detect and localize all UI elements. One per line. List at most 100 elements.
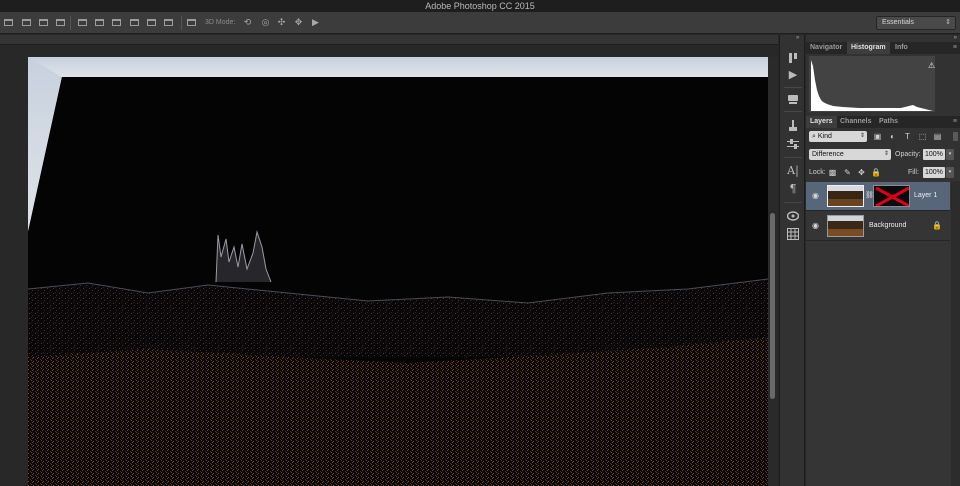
tab-histogram[interactable]: Histogram [847, 42, 890, 54]
swatches-grid-glyph [787, 228, 799, 240]
layer-mask-thumbnail[interactable] [873, 185, 910, 207]
lock-all-icon[interactable]: 🔒 [871, 168, 881, 177]
panel-menu-icon[interactable]: ≡ [953, 116, 957, 128]
layer-name[interactable]: Layer 1 [914, 191, 937, 201]
align-right-edges-icon[interactable] [38, 17, 49, 28]
align-vertical-centers-icon[interactable] [77, 17, 88, 28]
histogram-panel-tabs: Navigator Histogram Info ≡ [806, 42, 960, 54]
layer-name[interactable]: Background [869, 221, 906, 231]
lock-position-icon[interactable]: ✥ [857, 168, 866, 177]
filter-shape-icon[interactable]: ⬚ [918, 132, 927, 141]
eye-icon[interactable]: ◉ [812, 222, 820, 230]
filter-toggle[interactable] [953, 132, 958, 141]
paragraph-icon[interactable]: ¶ [787, 183, 799, 195]
tab-navigator[interactable]: Navigator [806, 42, 846, 54]
adjustments-icon[interactable] [787, 138, 799, 150]
distribute-widths-icon[interactable] [163, 17, 174, 28]
lock-label: Lock: [809, 169, 826, 176]
cache-warning-icon[interactable]: ⚠ [928, 61, 935, 70]
layer-row-background[interactable]: ◉ Background 🔒 [806, 212, 950, 241]
strip-divider [784, 111, 802, 112]
chevron-updown-icon: ⇕ [859, 133, 865, 139]
blend-mode-select[interactable]: Difference ⇕ [809, 149, 891, 160]
layer-list-scrollbar[interactable] [951, 181, 960, 486]
lock-row: Lock: ▩ ✎ ✥ 🔒 Fill: 100% ▾ [806, 167, 960, 178]
layer-thumbnail-image [828, 186, 863, 206]
pan-3d-icon[interactable]: ✣ [276, 17, 287, 28]
brush-presets-glyph [789, 120, 797, 131]
collapse-strip-icon[interactable]: » [796, 35, 799, 41]
swatches-grid-icon[interactable] [787, 228, 799, 240]
brush-presets-icon[interactable] [787, 120, 799, 132]
slide-3d-icon[interactable]: ✥ [293, 17, 304, 28]
filter-kind-select[interactable]: ⌕ Kind ⇕ [809, 131, 867, 142]
scrollbar-thumb[interactable] [770, 213, 775, 399]
adjustments-glyph [787, 139, 799, 149]
strip-divider [784, 157, 802, 158]
mask-cross-glyph [875, 186, 909, 206]
tab-channels[interactable]: Channels [836, 116, 876, 128]
layer-thumbnail[interactable] [827, 185, 864, 207]
strip-divider [784, 202, 802, 203]
auto-align-icon[interactable] [186, 17, 197, 28]
filter-pixel-icon[interactable]: ▣ [873, 132, 882, 141]
character-styles-icon[interactable] [787, 93, 799, 105]
document-tab-strip [0, 35, 778, 45]
history-brush-glyph [789, 53, 797, 63]
canvas[interactable] [28, 57, 768, 486]
tab-layers[interactable]: Layers [806, 116, 837, 128]
layer-row-layer-1[interactable]: ◉ ⛓ Layer 1 [806, 182, 950, 211]
3d-panel-glyph [786, 211, 800, 221]
options-separator [181, 16, 182, 30]
mode-3d-label: 3D Mode: [205, 19, 236, 26]
distribute-centers-icon[interactable] [129, 17, 140, 28]
blend-mode-label: Difference [812, 151, 844, 158]
opacity-field[interactable]: 100% [923, 149, 945, 160]
canvas-image [28, 57, 768, 486]
canvas-vertical-scrollbar[interactable] [768, 57, 778, 486]
options-separator [70, 16, 71, 30]
align-bottom-edges-icon[interactable] [94, 17, 105, 28]
filter-smart-object-icon[interactable]: ▤ [933, 132, 942, 141]
lock-image-pixels-icon[interactable]: ✎ [843, 168, 852, 177]
filter-type-icon[interactable]: T [903, 132, 912, 141]
history-brush-icon[interactable] [787, 52, 799, 64]
app-title: Adobe Photoshop CC 2015 [425, 1, 535, 11]
align-horizontal-centers-icon[interactable] [21, 17, 32, 28]
roll-3d-icon[interactable]: ◎ [260, 17, 271, 28]
layer-filter-row: ⌕ Kind ⇕ ▣ ◐ T ⬚ ▤ [806, 131, 960, 142]
workspace-label: Essentials [882, 19, 914, 26]
align-left-edges-icon[interactable] [3, 17, 14, 28]
eye-icon[interactable]: ◉ [812, 192, 820, 200]
options-bar: 3D Mode: ⟲ ◎ ✣ ✥ ▶ Essentials ⇕ [0, 12, 960, 34]
distribute-left-icon[interactable] [111, 17, 122, 28]
expand-panels-icon[interactable]: » [954, 35, 957, 41]
tab-info[interactable]: Info [891, 42, 912, 54]
fill-field[interactable]: 100% [923, 167, 945, 178]
lock-icon: 🔒 [932, 221, 942, 230]
document-area [0, 35, 778, 486]
3d-panel-icon[interactable] [786, 210, 800, 222]
character-icon[interactable]: A| [787, 165, 799, 177]
align-top-edges-icon[interactable] [55, 17, 66, 28]
histogram-curve [811, 60, 933, 111]
distribute-right-icon[interactable] [146, 17, 157, 28]
opacity-label: Opacity: [895, 151, 921, 158]
tab-paths[interactable]: Paths [875, 116, 902, 128]
panel-menu-icon[interactable]: ≡ [953, 42, 957, 54]
play-actions-icon[interactable]: ▶ [787, 69, 799, 81]
histogram-graph [809, 56, 935, 112]
filter-adjustment-icon[interactable]: ◐ [888, 132, 897, 141]
workspace-select[interactable]: Essentials ⇕ [876, 16, 956, 30]
orbit-3d-icon[interactable]: ⟲ [242, 17, 253, 28]
filter-kind-label: Kind [817, 133, 832, 140]
blend-row: Difference ⇕ Opacity: 100% ▾ [806, 149, 960, 160]
lock-transparent-pixels-icon[interactable]: ▩ [828, 168, 837, 177]
fill-dropdown-icon[interactable]: ▾ [946, 167, 954, 178]
layer-thumbnail[interactable] [827, 215, 864, 237]
opacity-dropdown-icon[interactable]: ▾ [946, 149, 954, 160]
fill-label: Fill: [908, 169, 919, 176]
scale-3d-icon[interactable]: ▶ [310, 17, 321, 28]
layers-panel-tabs: Layers Channels Paths ≡ [806, 116, 960, 128]
title-bar: Adobe Photoshop CC 2015 [0, 0, 960, 12]
